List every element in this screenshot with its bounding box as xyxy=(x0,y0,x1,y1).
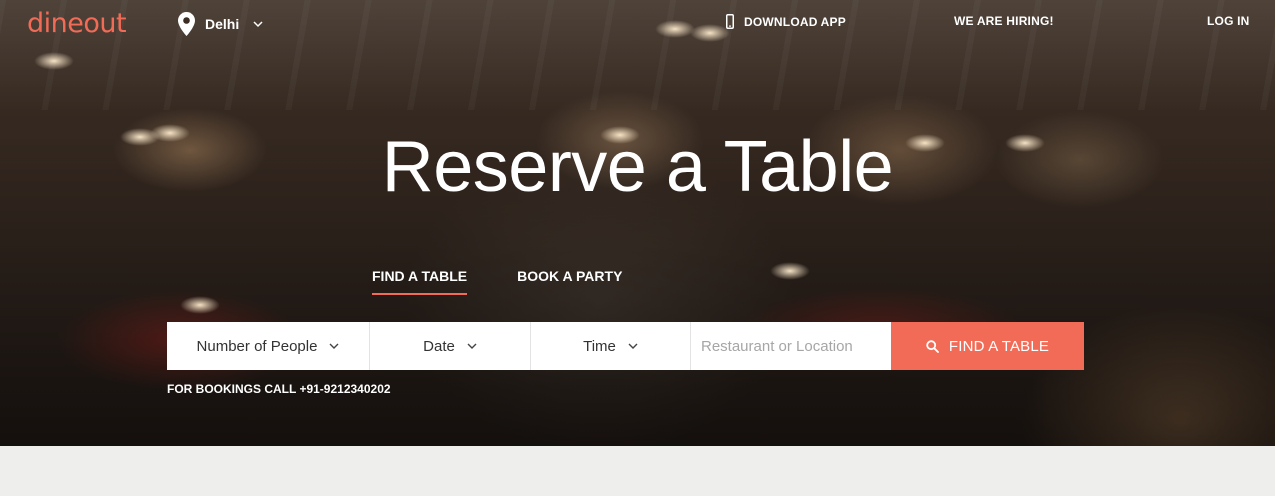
time-select[interactable]: Time xyxy=(531,322,691,370)
content-section-background xyxy=(0,446,1275,496)
find-a-table-button[interactable]: FIND A TABLE xyxy=(891,322,1084,370)
search-icon xyxy=(926,339,939,353)
download-app-label: DOWNLOAD APP xyxy=(744,14,846,29)
ceiling-lamp xyxy=(34,52,74,70)
download-app-link[interactable]: DOWNLOAD APP xyxy=(726,14,846,29)
location-field xyxy=(691,322,891,370)
login-link[interactable]: LOG IN xyxy=(1207,14,1250,28)
chevron-down-icon xyxy=(253,21,263,28)
search-bar: Number of People Date Time FIND A TABLE xyxy=(167,322,1084,370)
hero-background xyxy=(0,0,1275,446)
tab-book-a-party[interactable]: BOOK A PARTY xyxy=(517,268,622,295)
find-a-table-button-label: FIND A TABLE xyxy=(948,337,1050,355)
dineout-logo[interactable]: dineout xyxy=(27,8,127,39)
table-candle xyxy=(180,296,220,314)
hiring-link[interactable]: WE ARE HIRING! xyxy=(954,14,1054,28)
chevron-down-icon xyxy=(628,343,638,349)
booking-tabs: FIND A TABLE BOOK A PARTY xyxy=(372,268,622,295)
city-selector[interactable]: Delhi xyxy=(178,12,263,36)
bookings-phone-text: FOR BOOKINGS CALL +91-9212340202 xyxy=(167,382,391,396)
date-label: Date xyxy=(423,337,455,355)
ceiling-lamp xyxy=(655,20,695,38)
hiring-label: WE ARE HIRING! xyxy=(954,14,1054,28)
map-pin-icon xyxy=(178,12,195,36)
phone-icon xyxy=(726,14,734,29)
chevron-down-icon xyxy=(467,343,477,349)
ceiling-lamp xyxy=(690,24,730,42)
number-of-people-label: Number of People xyxy=(196,337,318,355)
table-candle xyxy=(770,262,810,280)
city-name: Delhi xyxy=(205,16,240,32)
chevron-down-icon xyxy=(329,343,339,349)
login-label: LOG IN xyxy=(1207,14,1250,28)
date-select[interactable]: Date xyxy=(370,322,531,370)
tab-find-a-table[interactable]: FIND A TABLE xyxy=(372,268,468,295)
time-label: Time xyxy=(583,337,616,355)
restaurant-or-location-input[interactable] xyxy=(701,322,891,370)
number-of-people-select[interactable]: Number of People xyxy=(167,322,370,370)
page-title: Reserve a Table xyxy=(381,127,894,207)
